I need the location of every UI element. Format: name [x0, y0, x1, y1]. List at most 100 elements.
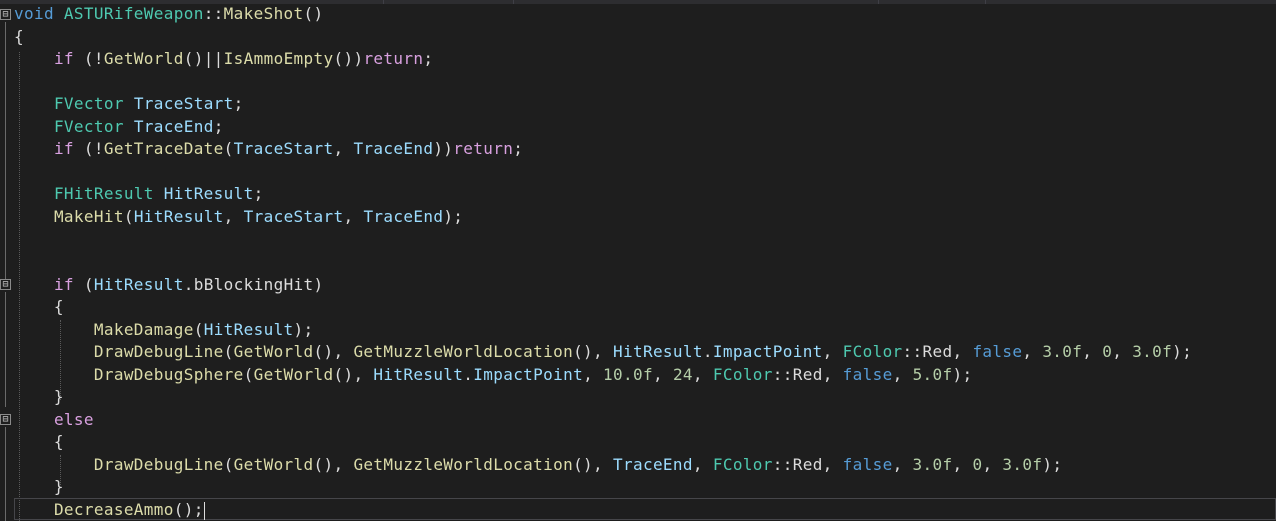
- code-token: (),: [573, 455, 614, 474]
- code-token: return: [453, 139, 514, 158]
- tab-divider: [985, 0, 986, 4]
- code-line[interactable]: {: [14, 431, 64, 453]
- code-line[interactable]: else: [14, 409, 94, 431]
- code-line[interactable]: DrawDebugLine(GetWorld(), GetMuzzleWorld…: [14, 454, 1062, 476]
- code-line[interactable]: }: [14, 476, 64, 498]
- code-token: .: [183, 275, 194, 294]
- code-token: (: [223, 455, 234, 474]
- code-token: DecreaseAmmo: [53, 500, 174, 519]
- code-token: {: [14, 27, 24, 46]
- code-line[interactable]: void ASTURifeWeapon::MakeShot(): [14, 3, 324, 25]
- collapse-if-block-icon[interactable]: ⊟: [0, 279, 11, 290]
- code-token: false: [842, 365, 893, 384]
- code-line[interactable]: MakeDamage(HitResult);: [14, 319, 314, 341]
- code-token: .: [702, 342, 713, 361]
- code-token: ,: [692, 365, 713, 384]
- code-token: );: [443, 207, 464, 226]
- code-token: 24: [672, 365, 693, 384]
- code-token: ()||: [183, 49, 224, 68]
- code-line[interactable]: }: [14, 386, 64, 408]
- fold-line: [5, 427, 6, 521]
- code-line[interactable]: if (!GetTraceDate(TraceStart, TraceEnd))…: [14, 138, 523, 160]
- code-token: );: [952, 365, 973, 384]
- tab-divider: [383, 0, 384, 4]
- code-token: }: [14, 387, 64, 406]
- code-token: IsAmmoEmpty: [223, 49, 334, 68]
- code-token: ,: [343, 207, 364, 226]
- code-token: ,: [892, 455, 913, 474]
- code-token: ;: [423, 49, 434, 68]
- code-token: (),: [313, 455, 354, 474]
- code-token: ,: [223, 207, 244, 226]
- code-token: void: [14, 4, 54, 23]
- code-token: 5.0f: [912, 365, 953, 384]
- code-token: false: [842, 455, 893, 474]
- code-token: MakeHit: [53, 207, 124, 226]
- code-token: ;: [253, 184, 264, 203]
- code-token: (),: [333, 365, 374, 384]
- code-token: if: [53, 49, 74, 68]
- code-token: if: [53, 275, 74, 294]
- code-token: ::: [203, 4, 224, 23]
- tab-divider: [878, 0, 879, 4]
- code-line[interactable]: DrawDebugSphere(GetWorld(), HitResult.Im…: [14, 364, 972, 386]
- code-line[interactable]: {: [14, 296, 64, 318]
- code-token: GetMuzzleWorldLocation: [353, 342, 574, 361]
- code-token: bBlockingHit: [193, 275, 314, 294]
- collapse-function-icon[interactable]: ⊟: [0, 9, 11, 20]
- code-token: 3.0f: [1132, 342, 1173, 361]
- code-token: (!: [73, 49, 104, 68]
- collapse-else-block-icon[interactable]: ⊟: [0, 414, 11, 425]
- code-token: 3.0f: [1042, 342, 1083, 361]
- code-token: FHitResult: [53, 184, 154, 203]
- code-token: )): [433, 139, 454, 158]
- code-token: ;: [513, 139, 524, 158]
- code-line[interactable]: FVector TraceEnd;: [14, 116, 224, 138]
- code-token: );: [293, 320, 314, 339]
- code-line[interactable]: FVector TraceStart;: [14, 93, 244, 115]
- code-line[interactable]: MakeHit(HitResult, TraceStart, TraceEnd)…: [14, 206, 463, 228]
- code-token: HitResult: [163, 184, 254, 203]
- tab-divider: [513, 0, 514, 4]
- code-token: .: [463, 365, 474, 384]
- editor-gutter: ⊟ ⊟ ⊟: [0, 4, 14, 521]
- code-token: DrawDebugLine: [93, 455, 224, 474]
- code-token: (: [243, 365, 254, 384]
- code-token: HitResult: [373, 365, 464, 384]
- code-token: {: [14, 297, 64, 316]
- code-token: ,: [333, 139, 354, 158]
- code-line[interactable]: {: [14, 26, 24, 48]
- code-line[interactable]: DrawDebugLine(GetWorld(), GetMuzzleWorld…: [14, 341, 1192, 363]
- code-token: ();: [173, 500, 204, 519]
- code-line[interactable]: DecreaseAmmo();: [14, 499, 205, 521]
- code-line[interactable]: if (!GetWorld()||IsAmmoEmpty())return;: [14, 48, 433, 70]
- code-token: TraceStart: [233, 139, 334, 158]
- code-token: ImpactPoint: [473, 365, 584, 384]
- code-token: TraceEnd: [363, 207, 444, 226]
- code-token: (),: [573, 342, 614, 361]
- code-line[interactable]: if (HitResult.bBlockingHit): [14, 274, 324, 296]
- code-token: 3.0f: [1002, 455, 1043, 474]
- code-token: }: [14, 477, 64, 496]
- code-line[interactable]: FHitResult HitResult;: [14, 183, 264, 205]
- code-token: TraceStart: [133, 94, 234, 113]
- code-token: MakeDamage: [93, 320, 194, 339]
- code-token: 0: [1102, 342, 1113, 361]
- code-token: GetTraceDate: [103, 139, 224, 158]
- code-token: 3.0f: [912, 455, 953, 474]
- code-token: ::Red,: [902, 342, 973, 361]
- code-token: GetMuzzleWorldLocation: [353, 455, 574, 474]
- code-token: false: [972, 342, 1023, 361]
- code-token: (),: [313, 342, 354, 361]
